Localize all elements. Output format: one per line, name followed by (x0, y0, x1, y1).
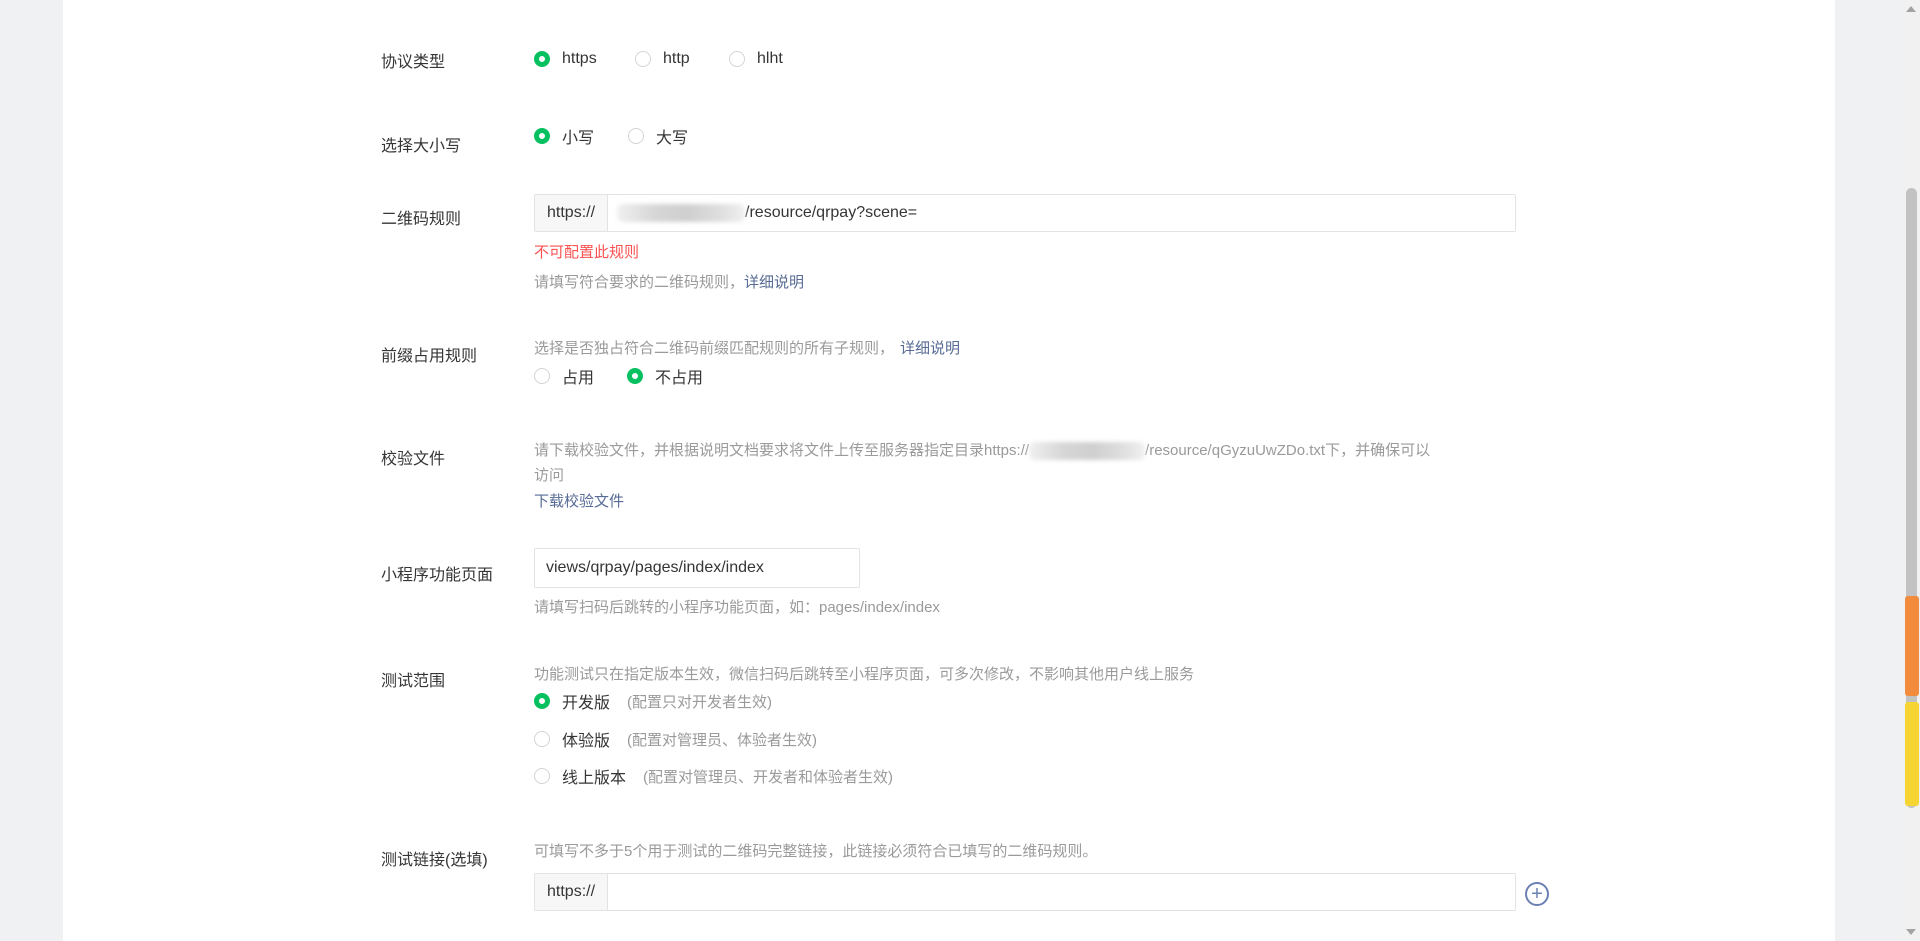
radio-label: hlht (757, 50, 783, 67)
qr-rule-input[interactable]: https:// /resource/qrpay?scene= (534, 194, 1516, 232)
plus-circle-icon[interactable]: + (1525, 882, 1549, 906)
prefix-rule-detail-link[interactable]: 详细说明 (900, 340, 960, 357)
test-scope-label: 测试范围 (381, 673, 446, 690)
radio-dev-version[interactable]: 开发版 (配置只对开发者生效) (534, 689, 772, 713)
radio-release-version[interactable]: 线上版本 (配置对管理员、开发者和体验者生效) (534, 764, 893, 788)
page-scrollbar[interactable] (1902, 0, 1920, 941)
mini-page-label: 小程序功能页面 (381, 567, 494, 584)
radio-dot[interactable] (534, 768, 550, 784)
verify-file-help-end: /resource/qGyzuUwZDo.txt下，并确保可以 (1145, 442, 1431, 459)
radio-dot[interactable] (627, 368, 643, 384)
test-link-input[interactable]: https:// (534, 873, 1516, 911)
radio-label: 体验版 (562, 733, 611, 750)
radio-dot[interactable] (534, 51, 550, 67)
radio-dot[interactable] (534, 731, 550, 747)
radio-not-occupy[interactable]: 不占用 (627, 364, 703, 388)
radio-label: 开发版 (562, 695, 611, 712)
prefix-rule-label: 前缀占用规则 (381, 348, 478, 365)
redacted-domain (617, 204, 746, 222)
radio-lowercase[interactable]: 小写 (534, 124, 594, 148)
qr-rule-error: 不可配置此规则 (534, 244, 640, 261)
scroll-marker-yellow (1905, 702, 1919, 806)
qr-rule-label: 二维码规则 (381, 211, 462, 228)
radio-uppercase[interactable]: 大写 (628, 124, 688, 148)
qr-rule-help-text: 请填写符合要求的二维码规则， (534, 274, 745, 291)
radio-label: http (663, 50, 690, 67)
radio-dot[interactable] (635, 51, 651, 67)
test-link-field[interactable] (608, 874, 1515, 910)
radio-hint: (配置只对开发者生效) (627, 693, 773, 711)
prefix-rule-help-text: 选择是否独占符合二维码前缀匹配规则的所有子规则， (534, 340, 895, 357)
prefix-rule-help: 选择是否独占符合二维码前缀匹配规则的所有子规则， 详细说明 (534, 337, 960, 358)
radio-dot[interactable] (628, 128, 644, 144)
case-label: 选择大小写 (381, 138, 462, 155)
radio-dot[interactable] (534, 128, 550, 144)
redacted-domain (1029, 442, 1146, 461)
mini-page-help: 请填写扫码后跳转的小程序功能页面，如：pages/index/index (534, 599, 940, 616)
radio-dot[interactable] (534, 368, 550, 384)
verify-file-help-line1: 请下载校验文件，并根据说明文档要求将文件上传至服务器指定目录https:// /r… (534, 439, 1431, 461)
scroll-down-arrow-icon[interactable] (1906, 929, 1916, 935)
radio-label: 小写 (562, 130, 595, 147)
test-scope-help: 功能测试只在指定版本生效，微信扫码后跳转至小程序页面，可多次修改，不影响其他用户… (534, 666, 1195, 683)
radio-label: https (562, 50, 597, 67)
scroll-marker-orange (1905, 596, 1919, 696)
verify-file-help-start: 请下载校验文件，并根据说明文档要求将文件上传至服务器指定目录https:// (534, 442, 1030, 459)
qr-rule-help: 请填写符合要求的二维码规则，详细说明 (534, 271, 804, 292)
radio-hint: (配置对管理员、开发者和体验者生效) (643, 768, 894, 786)
radio-http[interactable]: http (635, 50, 690, 68)
verify-file-help-line2: 访问 (534, 467, 565, 484)
radio-https[interactable]: https (534, 50, 597, 68)
qr-rule-prefix: https:// (535, 195, 609, 231)
verify-file-label: 校验文件 (381, 451, 446, 468)
radio-label: 大写 (656, 130, 689, 147)
download-verify-file-link[interactable]: 下载校验文件 (534, 490, 624, 511)
test-link-prefix: https:// (535, 874, 609, 910)
qr-rule-field[interactable]: /resource/qrpay?scene= (608, 195, 1515, 231)
form-panel (63, 0, 1835, 941)
radio-hint: (配置对管理员、体验者生效) (627, 731, 818, 749)
test-links-label: 测试链接(选填) (381, 852, 488, 869)
mini-page-input[interactable]: views/qrpay/pages/index/index (534, 548, 860, 588)
protocol-label: 协议类型 (381, 54, 446, 71)
radio-label: 线上版本 (562, 770, 627, 787)
radio-trial-version[interactable]: 体验版 (配置对管理员、体验者生效) (534, 727, 817, 751)
radio-dot[interactable] (729, 51, 745, 67)
scroll-up-arrow-icon[interactable] (1906, 6, 1916, 12)
qr-rule-detail-link[interactable]: 详细说明 (744, 274, 804, 291)
radio-occupy[interactable]: 占用 (534, 364, 594, 388)
test-links-help: 可填写不多于5个用于测试的二维码完整链接，此链接必须符合已填写的二维码规则。 (534, 843, 1098, 860)
radio-label: 占用 (562, 370, 595, 387)
radio-dot[interactable] (534, 693, 550, 709)
qr-rule-value: /resource/qrpay?scene= (745, 204, 918, 221)
radio-hlht[interactable]: hlht (729, 50, 783, 68)
radio-label: 不占用 (655, 370, 704, 387)
